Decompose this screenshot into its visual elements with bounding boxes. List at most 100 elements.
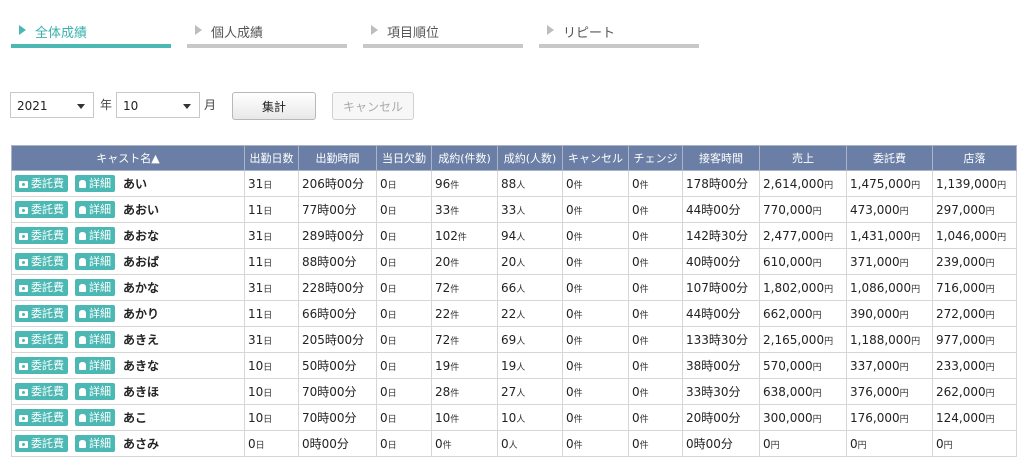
- unit-label: 日: [387, 232, 397, 243]
- cell-value: 102: [435, 228, 458, 243]
- unit-label: 円: [899, 414, 909, 425]
- cell-change: 0件: [628, 170, 683, 197]
- triangle-right-icon: [371, 25, 378, 35]
- cell-work-days: 10日: [244, 352, 299, 379]
- cell-store-share: 0円: [932, 430, 1017, 457]
- cell-cast: 委託費 詳細 あかな: [11, 274, 245, 301]
- detail-button-label: 詳細: [89, 385, 111, 398]
- cell-deals-people: 69人: [497, 326, 563, 353]
- cell-value: 0: [566, 410, 574, 425]
- fee-button-label: 委託費: [31, 203, 64, 216]
- header-cast-name[interactable]: キャスト名▲: [11, 145, 245, 171]
- cell-value: 50時00分: [302, 359, 357, 373]
- fee-button[interactable]: 委託費: [15, 279, 68, 296]
- unit-label: 円: [824, 284, 834, 295]
- cell-value: 107時00分: [686, 281, 749, 295]
- cell-fee: 0円: [846, 430, 933, 457]
- cell-service-time: 33時30分: [682, 378, 760, 405]
- unit-label: 人: [516, 180, 526, 191]
- detail-button[interactable]: 詳細: [75, 279, 115, 296]
- fee-button[interactable]: 委託費: [15, 383, 68, 400]
- cell-value: 133時30分: [686, 333, 749, 347]
- cell-service-time: 40時00分: [682, 248, 760, 275]
- cell-value: 70時00分: [302, 411, 357, 425]
- fee-button[interactable]: 委託費: [15, 331, 68, 348]
- cell-absence: 0日: [376, 170, 432, 197]
- fee-button[interactable]: 委託費: [15, 409, 68, 426]
- cell-deals-count: 10件: [431, 404, 498, 431]
- tab-item-ranking[interactable]: 項目順位: [363, 0, 523, 50]
- cell-value: 0: [566, 280, 574, 295]
- unit-label: 日: [263, 310, 273, 321]
- table-row: 委託費 詳細 あこ 10日 70時00分 0日 10件 10人 0件 0件 20時00分 300,00…: [11, 404, 1017, 431]
- money-icon: [19, 258, 28, 266]
- detail-button[interactable]: 詳細: [75, 435, 115, 452]
- tab-underline: [539, 44, 699, 48]
- fee-button[interactable]: 委託費: [15, 435, 68, 452]
- month-select[interactable]: 10: [116, 92, 200, 118]
- detail-button[interactable]: 詳細: [75, 305, 115, 322]
- detail-button[interactable]: 詳細: [75, 357, 115, 374]
- cell-value: 22: [501, 306, 517, 321]
- detail-button[interactable]: 詳細: [75, 201, 115, 218]
- cell-value: 0: [380, 332, 388, 347]
- triangle-right-icon: [195, 25, 202, 35]
- cell-deals-count: 19件: [431, 352, 498, 379]
- fee-button[interactable]: 委託費: [15, 227, 68, 244]
- person-icon: [79, 388, 86, 396]
- cell-work-hours: 228時00分: [298, 274, 377, 301]
- tab-individual-results[interactable]: 個人成績: [187, 0, 347, 50]
- cell-deals-count: 72件: [431, 274, 498, 301]
- cell-cancel: 0件: [562, 352, 629, 379]
- unit-label: 人: [516, 362, 526, 373]
- cell-deals-people: 27人: [497, 378, 563, 405]
- year-select[interactable]: 2021: [10, 92, 94, 118]
- unit-label: 円: [899, 206, 909, 217]
- cell-deals-count: 28件: [431, 378, 498, 405]
- cell-value: 205時00分: [302, 333, 365, 347]
- cell-value: 716,000: [936, 280, 986, 295]
- cell-work-days: 31日: [244, 326, 299, 353]
- unit-label: 件: [450, 336, 460, 347]
- cancel-button[interactable]: キャンセル: [332, 92, 414, 120]
- person-icon: [79, 310, 86, 318]
- table-row: 委託費 詳細 あおい 11日 77時00分 0日 33件 33人 0件 0件 44時00分 770,0…: [11, 196, 1017, 223]
- detail-button-label: 詳細: [89, 203, 111, 216]
- detail-button[interactable]: 詳細: [75, 175, 115, 192]
- cell-store-share: 1,046,000円: [932, 222, 1017, 249]
- unit-label: 件: [573, 310, 583, 321]
- fee-button[interactable]: 委託費: [15, 253, 68, 270]
- detail-button[interactable]: 詳細: [75, 227, 115, 244]
- cell-deals-people: 19人: [497, 352, 563, 379]
- fee-button-label: 委託費: [31, 177, 64, 190]
- fee-button[interactable]: 委託費: [15, 201, 68, 218]
- cell-value: 31: [248, 280, 264, 295]
- cell-deals-count: 72件: [431, 326, 498, 353]
- detail-button[interactable]: 詳細: [75, 409, 115, 426]
- detail-button[interactable]: 詳細: [75, 331, 115, 348]
- money-icon: [19, 206, 28, 214]
- tab-overall-results[interactable]: 全体成績: [11, 0, 171, 50]
- cell-cancel: 0件: [562, 430, 629, 457]
- cell-cast: 委託費 詳細 あきな: [11, 352, 245, 379]
- detail-button[interactable]: 詳細: [75, 383, 115, 400]
- cast-name: あきな: [123, 359, 160, 373]
- aggregate-button[interactable]: 集計: [232, 92, 316, 120]
- tab-repeat[interactable]: リピート: [539, 0, 699, 50]
- person-icon: [79, 180, 86, 188]
- cell-fee: 390,000円: [846, 300, 933, 327]
- unit-label: 日: [263, 388, 273, 399]
- cell-work-days: 10日: [244, 378, 299, 405]
- fee-button[interactable]: 委託費: [15, 305, 68, 322]
- cell-value: 19: [435, 358, 451, 373]
- report-tabs: 全体成績 個人成績 項目順位 リピート: [0, 0, 1024, 56]
- cell-value: 88: [501, 176, 517, 191]
- unit-label: 件: [450, 362, 460, 373]
- unit-label: 件: [450, 180, 460, 191]
- cell-store-share: 272,000円: [932, 300, 1017, 327]
- fee-button[interactable]: 委託費: [15, 357, 68, 374]
- money-icon: [19, 440, 28, 448]
- cell-sales: 770,000円: [759, 196, 847, 223]
- fee-button[interactable]: 委託費: [15, 175, 68, 192]
- detail-button[interactable]: 詳細: [75, 253, 115, 270]
